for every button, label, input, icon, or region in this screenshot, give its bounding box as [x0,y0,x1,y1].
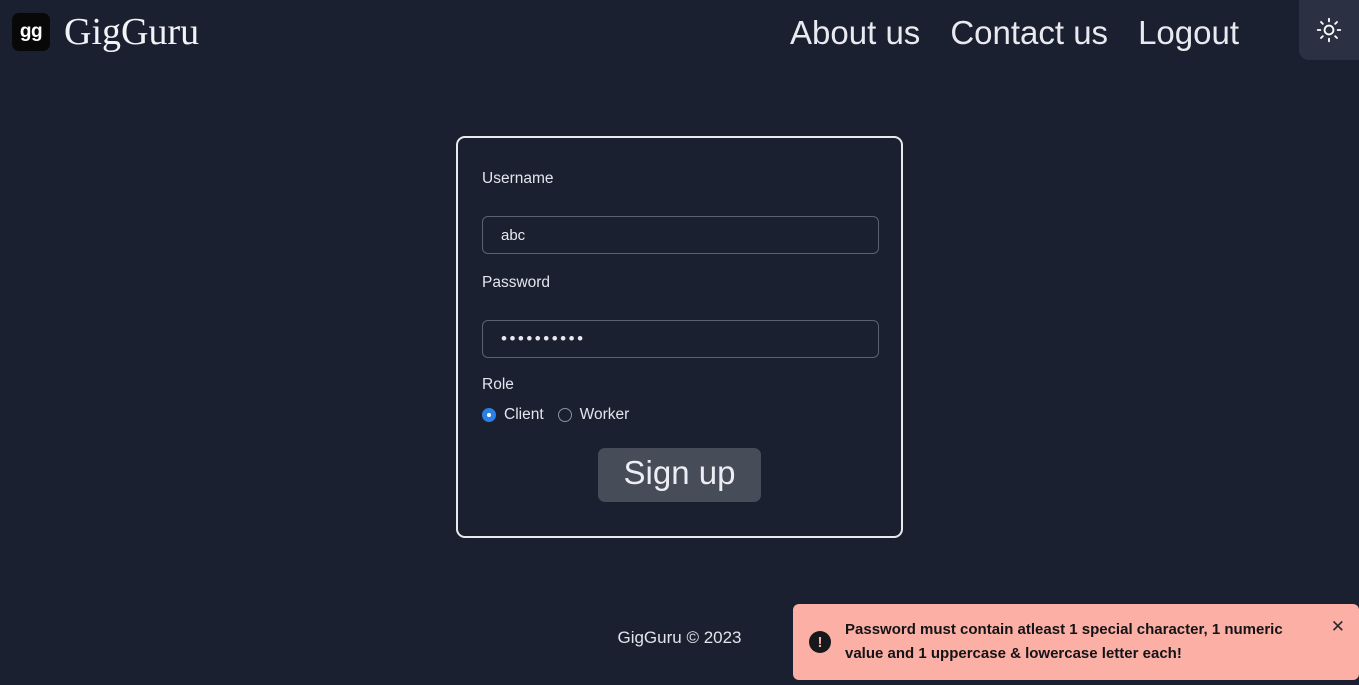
radio-icon-worker[interactable] [557,408,572,422]
error-toast: ! Password must contain atleast 1 specia… [793,604,1359,680]
brand-title: GigGuru [64,11,200,53]
role-option-client[interactable]: Client [482,406,544,424]
nav-link-contact-us[interactable]: Contact us [950,16,1108,49]
role-option-client-label: Client [504,406,544,423]
role-radio-group: Client Worker [482,406,877,424]
role-label: Role [482,376,514,393]
password-label: Password [482,274,551,291]
username-label: Username [482,170,554,187]
nav-links: About us Contact us Logout [790,0,1359,64]
sun-icon [1316,17,1342,43]
role-option-worker[interactable]: Worker [557,406,630,424]
nav-link-about-us[interactable]: About us [790,16,920,49]
close-icon[interactable]: ✕ [1329,616,1347,637]
password-input[interactable] [482,320,879,358]
role-option-worker-label: Worker [579,406,630,423]
error-toast-message: Password must contain atleast 1 special … [845,620,1283,662]
radio-icon-client[interactable] [482,408,496,422]
top-navbar: gg GigGuru About us Contact us Logout [0,0,1359,64]
nav-link-logout[interactable]: Logout [1138,16,1239,49]
logo-icon: gg [12,13,50,51]
exclamation-circle-icon: ! [809,631,831,653]
username-input[interactable] [482,216,879,254]
sign-up-button[interactable]: Sign up [597,448,762,502]
theme-toggle-button[interactable] [1299,0,1359,60]
brand[interactable]: gg GigGuru [0,13,199,51]
signup-card: Username Password Role Client Worker Sig… [456,136,903,538]
submit-row: Sign up [482,448,877,502]
footer-copyright: GigGuru © 2023 [617,628,742,647]
